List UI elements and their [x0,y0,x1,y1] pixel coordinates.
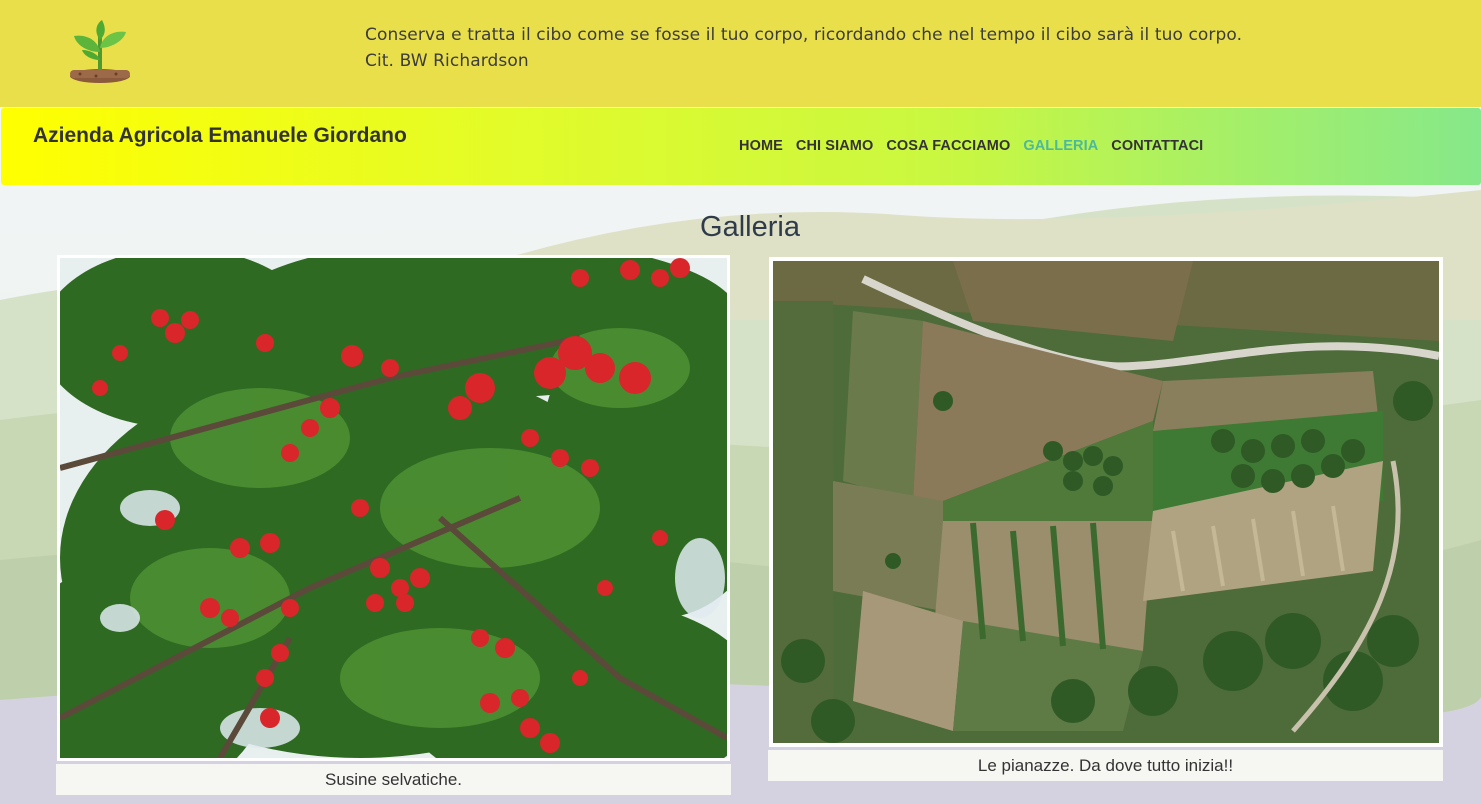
quote-bar: Conserva e tratta il cibo come se fosse … [0,0,1481,107]
quote-line-1: Conserva e tratta il cibo come se fosse … [365,25,1243,45]
quote-author: Cit. BW Richardson [365,51,529,71]
aerial-fields-photo [773,261,1439,743]
nav-item-cosa-facciamo[interactable]: COSA FACCIAMO [886,138,1010,154]
plum-tree-photo [60,258,727,758]
brand-title[interactable]: Azienda Agricola Emanuele Giordano [33,124,407,148]
nav-item-chi-siamo[interactable]: CHI SIAMO [796,138,873,154]
navbar: Azienda Agricola Emanuele Giordano HOME … [1,108,1481,185]
nav-item-home[interactable]: HOME [739,138,783,154]
gallery-image-fields[interactable] [769,257,1443,747]
page-title: Galleria [700,211,800,243]
main-menu: HOME CHI SIAMO COSA FACCIAMO GALLERIA CO… [739,138,1216,154]
nav-item-galleria[interactable]: GALLERIA [1023,138,1098,154]
gallery-caption-1: Susine selvatiche. [56,764,731,795]
gallery-caption-2: Le pianazze. Da dove tutto inizia!! [768,750,1443,781]
gallery-image-plums[interactable] [57,255,730,761]
nav-item-contattaci[interactable]: CONTATTACI [1111,138,1203,154]
sprout-icon [70,20,130,83]
quote-text: Conserva e tratta il cibo come se fosse … [365,22,1242,74]
